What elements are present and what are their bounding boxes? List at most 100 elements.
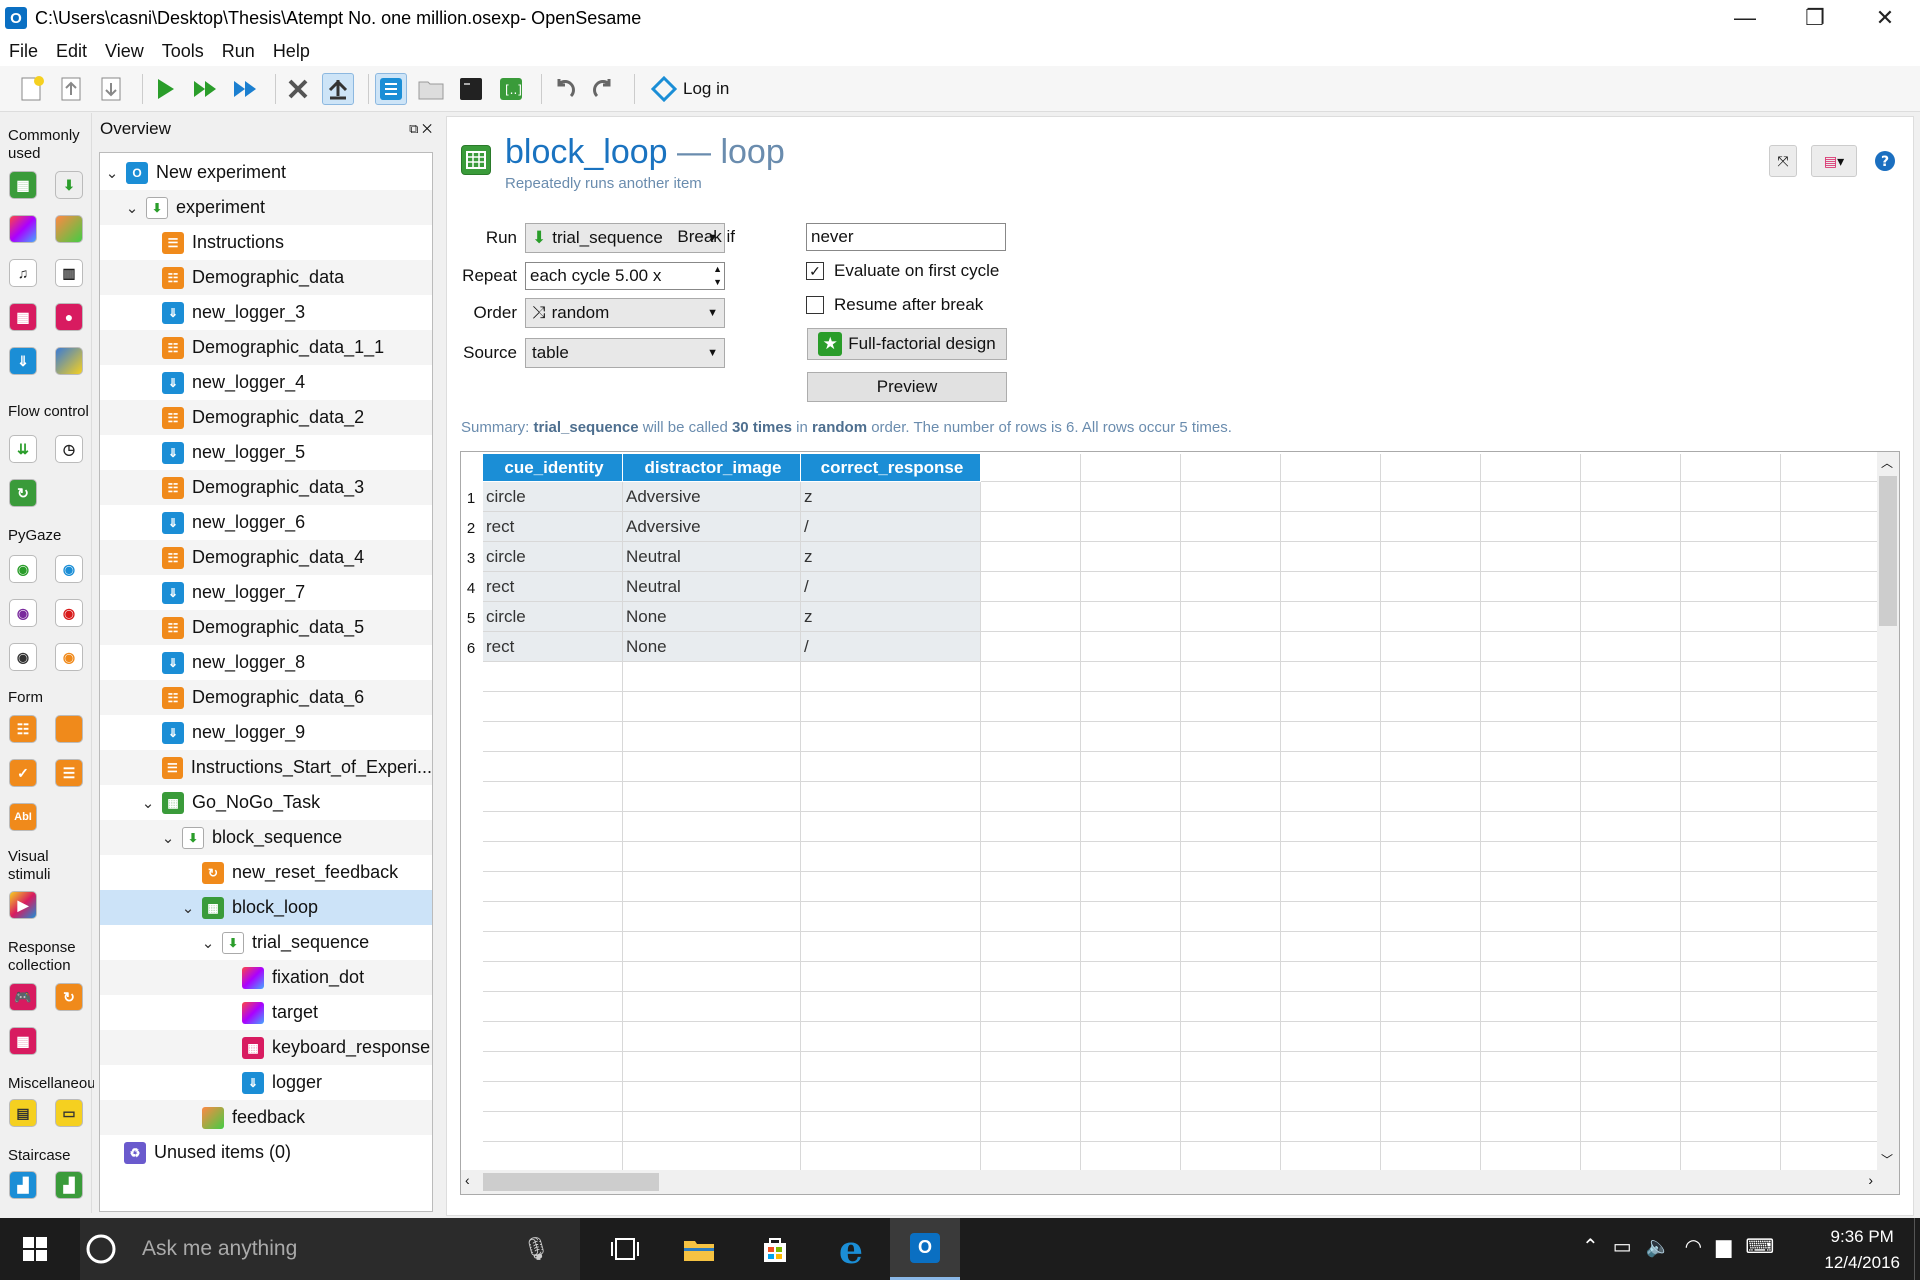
empty-cell[interactable] [483,752,623,782]
logger-icon[interactable]: ⇓ [9,347,37,375]
open-icon[interactable] [56,73,88,105]
empty-cell[interactable] [1781,632,1881,662]
sketchpad-icon[interactable] [9,215,37,243]
save-icon[interactable] [96,73,128,105]
close-overview-icon[interactable]: ✕ [422,121,432,136]
empty-cell[interactable] [1781,482,1881,512]
table-cell[interactable]: Neutral [623,542,801,572]
empty-cell[interactable] [1581,482,1681,512]
empty-cell[interactable] [623,992,801,1022]
reset-feedback-icon[interactable]: ↻ [55,983,83,1011]
empty-header-cell[interactable] [1681,454,1781,482]
touch-response-icon[interactable]: ▦ [9,1027,37,1055]
empty-header-cell[interactable] [1081,454,1181,482]
menu-tools[interactable]: Tools [153,41,213,62]
empty-cell[interactable] [1481,602,1581,632]
empty-cell[interactable] [1581,1052,1681,1082]
empty-cell[interactable] [1581,902,1681,932]
taskbar-clock[interactable]: 9:36 PM 12/4/2016 [1824,1224,1900,1276]
empty-cell[interactable] [1381,722,1481,752]
empty-cell[interactable] [801,1052,981,1082]
empty-cell[interactable] [1181,932,1281,962]
wifi-icon[interactable]: ◠ [1685,1236,1716,1258]
preview-button[interactable]: Preview [807,372,1007,402]
table-cell[interactable]: circle [483,542,623,572]
empty-cell[interactable] [1681,722,1781,752]
empty-cell[interactable] [1681,932,1781,962]
empty-cell[interactable] [1281,482,1381,512]
empty-cell[interactable] [1181,662,1281,692]
empty-header-cell[interactable] [981,454,1081,482]
edge-browser-icon[interactable]: e [816,1218,886,1280]
table-cell[interactable]: Adversive [623,482,801,512]
empty-cell[interactable] [1281,692,1381,722]
empty-cell[interactable] [1181,1112,1281,1142]
empty-cell[interactable] [1081,1112,1181,1142]
vertical-scrollbar[interactable]: ︿ ﹀ [1877,452,1899,1170]
empty-cell[interactable] [1781,842,1881,872]
empty-cell[interactable] [1581,872,1681,902]
empty-cell[interactable] [1581,722,1681,752]
empty-cell[interactable] [1381,662,1481,692]
opensesame-taskbar-icon[interactable]: O [890,1218,960,1280]
empty-cell[interactable] [1681,1022,1781,1052]
login-button[interactable]: Log in [651,75,729,102]
empty-cell[interactable] [483,932,623,962]
empty-cell[interactable] [981,1082,1081,1112]
empty-cell[interactable] [483,1112,623,1142]
pin-icon[interactable] [322,72,354,105]
row-number[interactable]: 1 [461,490,481,507]
media-player-icon[interactable]: ▶ [9,891,37,919]
tree-item-demographic-data-5[interactable]: ☷ Demographic_data_5 [100,610,432,645]
empty-cell[interactable] [801,932,981,962]
empty-cell[interactable] [1281,902,1381,932]
tree-item-new-logger-3[interactable]: ⇓ new_logger_3 [100,295,432,330]
empty-cell[interactable] [1481,572,1581,602]
empty-cell[interactable] [1681,602,1781,632]
empty-cell[interactable] [1181,632,1281,662]
empty-cell[interactable] [1081,662,1181,692]
empty-cell[interactable] [801,752,981,782]
item-name[interactable]: block_loop [505,133,668,171]
store-icon[interactable] [740,1218,810,1280]
empty-cell[interactable] [1081,1052,1181,1082]
empty-cell[interactable] [1381,812,1481,842]
empty-cell[interactable] [483,722,623,752]
empty-cell[interactable] [1381,1082,1481,1112]
empty-cell[interactable] [1681,1142,1781,1172]
tree-item-new-logger-9[interactable]: ⇓ new_logger_9 [100,715,432,750]
empty-cell[interactable] [1681,1112,1781,1142]
table-cell[interactable]: z [801,482,981,512]
spin-arrows-icon[interactable]: ▲ ▼ [713,263,722,289]
empty-cell[interactable] [1581,842,1681,872]
tree-item-feedback[interactable]: feedback [100,1100,432,1135]
empty-cell[interactable] [1281,1082,1381,1112]
menu-help[interactable]: Help [264,41,319,62]
empty-cell[interactable] [1281,1022,1381,1052]
empty-cell[interactable] [1481,1142,1581,1172]
table-cell[interactable]: Adversive [623,512,801,542]
tree-item-instructions[interactable]: ☰ Instructions [100,225,432,260]
empty-cell[interactable] [981,752,1081,782]
empty-cell[interactable] [981,722,1081,752]
variable-inspector-icon[interactable]: [..] [495,73,527,105]
empty-cell[interactable] [1781,872,1881,902]
empty-cell[interactable] [1081,782,1181,812]
empty-cell[interactable] [1581,602,1681,632]
table-cell[interactable]: None [623,602,801,632]
empty-header-cell[interactable] [1481,454,1581,482]
empty-cell[interactable] [1381,752,1481,782]
start-button[interactable] [0,1218,70,1280]
empty-cell[interactable] [1081,602,1181,632]
empty-cell[interactable] [1181,572,1281,602]
empty-cell[interactable] [1781,932,1881,962]
row-number[interactable]: 3 [461,550,481,567]
empty-cell[interactable] [1681,542,1781,572]
tree-item-experiment[interactable]: ⌄ ⬇ experiment [100,190,432,225]
table-cell[interactable]: z [801,542,981,572]
tree-item-keyboard-response[interactable]: ▦ keyboard_response [100,1030,432,1065]
empty-cell[interactable] [801,782,981,812]
tree-item-demographic-data-2[interactable]: ☷ Demographic_data_2 [100,400,432,435]
empty-cell[interactable] [483,902,623,932]
empty-cell[interactable] [1481,842,1581,872]
